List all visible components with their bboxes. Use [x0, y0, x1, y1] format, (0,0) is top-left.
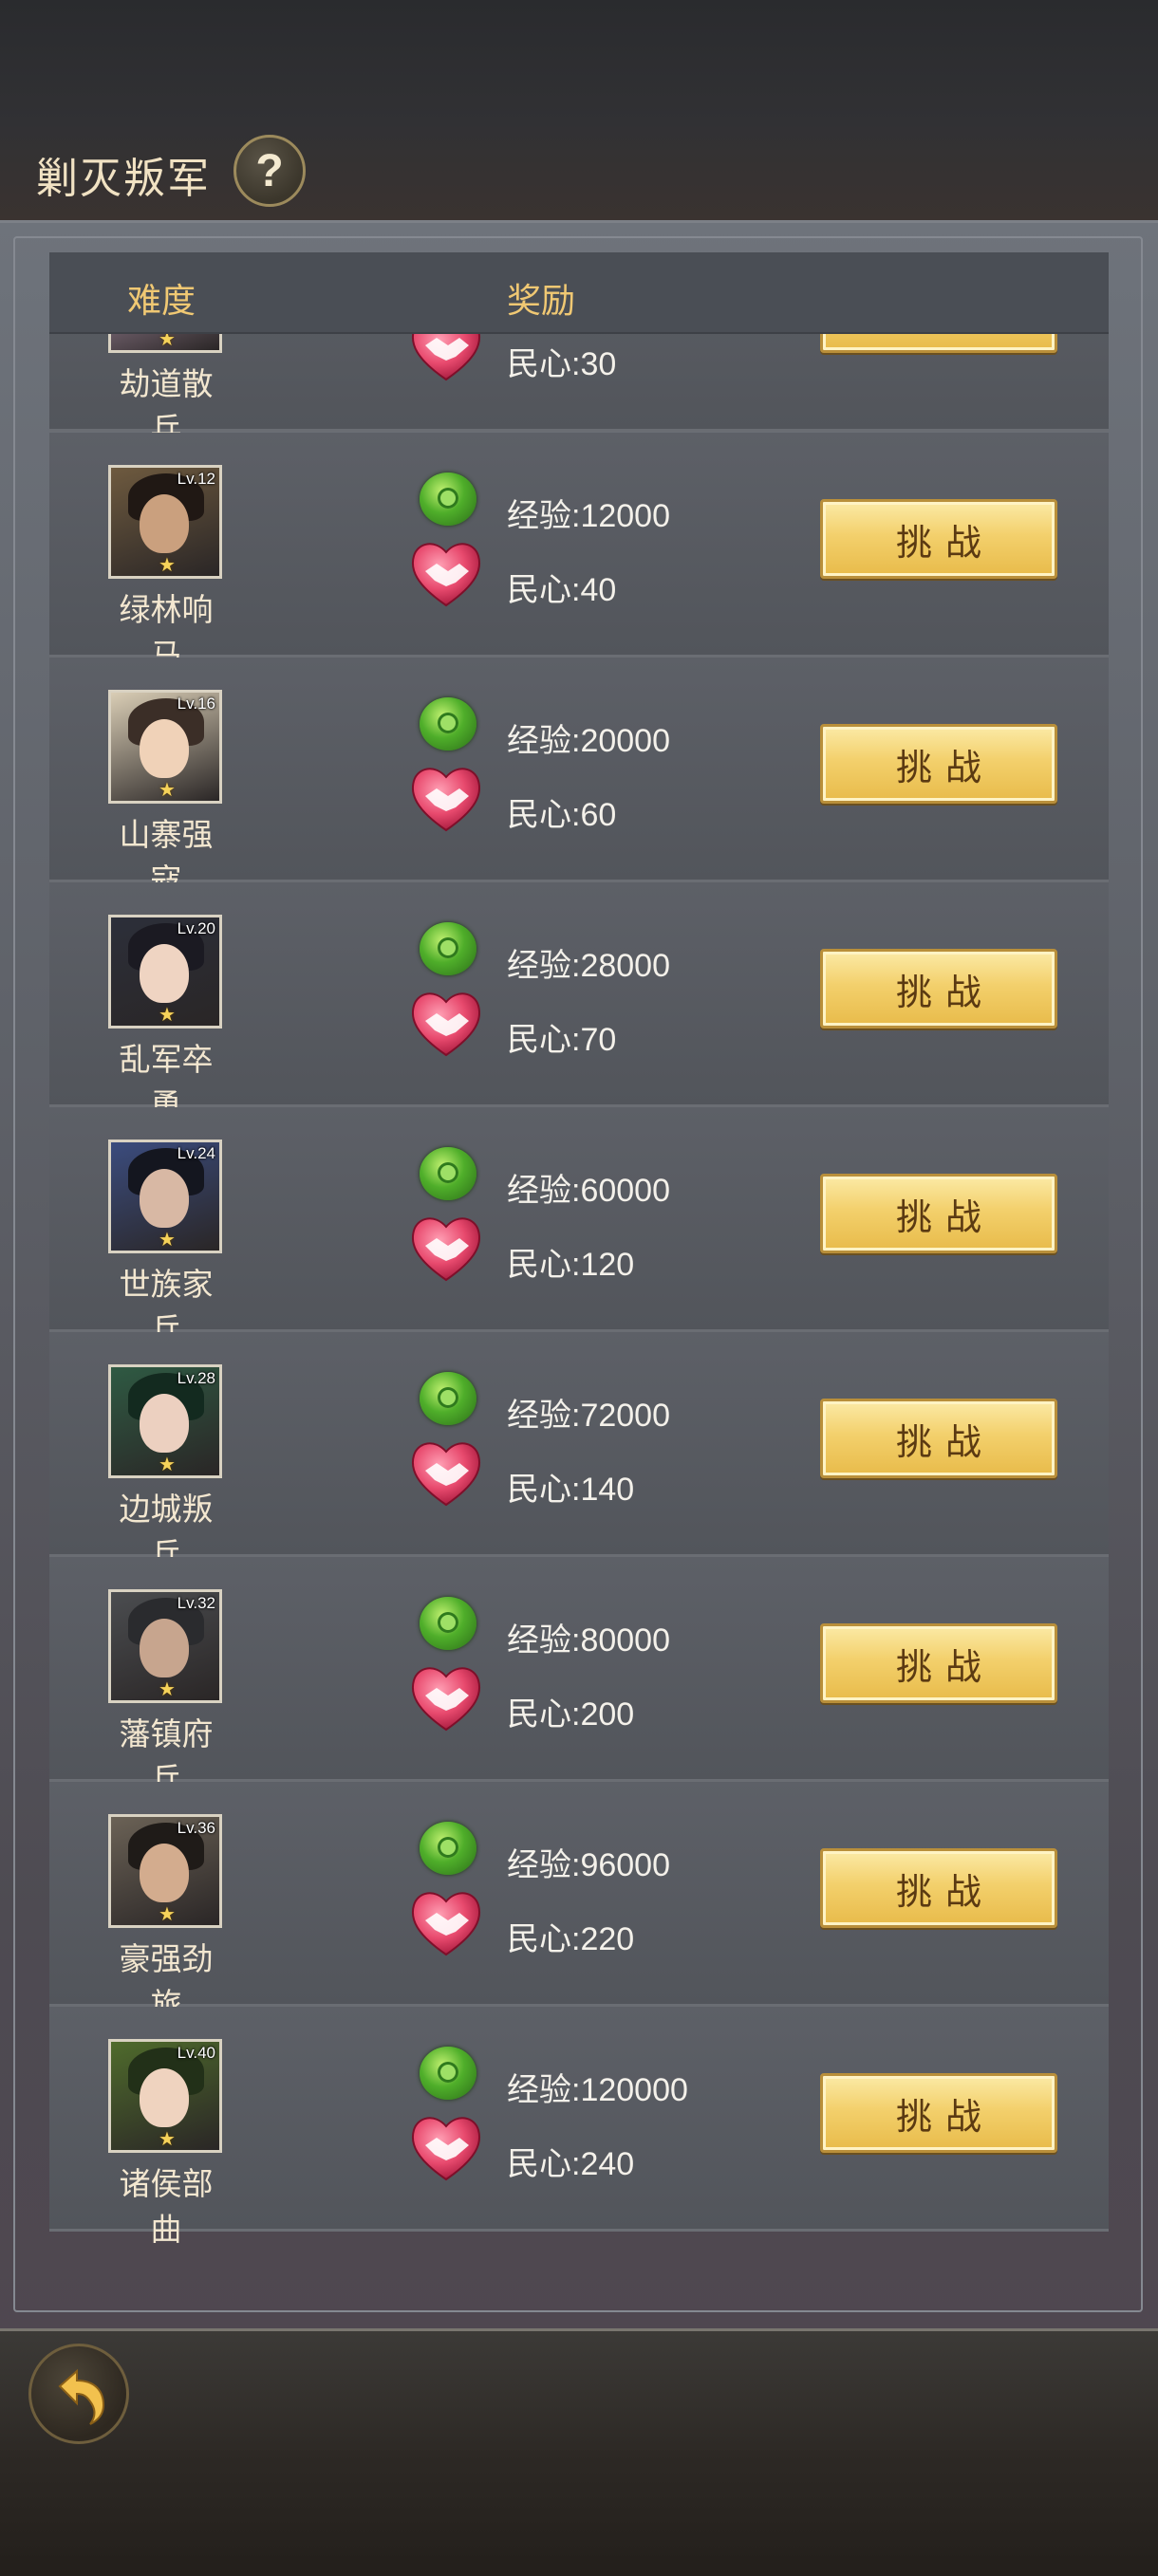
challenge-button[interactable]: 挑战 — [820, 499, 1057, 579]
handshake-heart-icon — [411, 543, 481, 607]
column-header-reward: 奖励 — [507, 281, 576, 320]
popularity-reward: 民心:60 — [507, 797, 617, 833]
level-label: Lv.32 — [177, 1594, 215, 1612]
handshake-heart-icon — [411, 2117, 481, 2181]
portrait-face — [140, 944, 189, 1003]
popularity-reward: 民心:200 — [507, 1696, 635, 1733]
challenge-button[interactable]: 挑战 — [820, 1623, 1057, 1703]
page-title: 剿灭叛军 — [36, 156, 211, 202]
level-label: Lv.24 — [177, 1144, 215, 1162]
table-header: 难度 奖励 — [49, 252, 1109, 334]
green-jade-icon — [420, 1822, 476, 1875]
handshake-heart-icon — [411, 334, 481, 381]
popularity-reward: 民心:220 — [507, 1921, 635, 1957]
back-button[interactable] — [28, 2344, 129, 2444]
challenge-button[interactable]: 挑战 — [820, 1174, 1057, 1253]
portrait-face — [140, 1394, 189, 1453]
star-icon: ★ — [159, 1005, 176, 1026]
star-icon: ★ — [159, 780, 176, 801]
popularity-reward: 民心:240 — [507, 2146, 635, 2182]
portrait-face — [140, 719, 189, 778]
enemy-portrait[interactable]: Lv.12 ★ — [108, 465, 222, 579]
level-label: Lv.20 — [177, 919, 215, 937]
column-header-difficulty: 难度 — [127, 281, 196, 320]
exp-reward: 经验:20000 — [507, 723, 670, 759]
question-icon: ? — [255, 145, 284, 196]
green-jade-icon — [420, 697, 476, 751]
bottom-bar — [0, 2328, 1158, 2576]
level-label: Lv.16 — [177, 695, 215, 713]
level-label: Lv.36 — [177, 1819, 215, 1837]
enemy-portrait[interactable]: Lv.32 ★ — [108, 1589, 222, 1703]
exp-reward: 经验:12000 — [507, 498, 670, 534]
popularity-reward: 民心:40 — [507, 572, 617, 608]
green-jade-icon — [420, 1597, 476, 1650]
popularity-reward: 民心:30 — [507, 346, 617, 382]
portrait-face — [140, 1169, 189, 1228]
enemy-row: Lv.28 ★ 边城叛兵 经验:72000 民心:140 挑战 — [49, 1332, 1109, 1572]
star-icon: ★ — [159, 2129, 176, 2150]
green-jade-icon — [420, 1372, 476, 1425]
challenge-button[interactable]: 挑战 — [820, 949, 1057, 1029]
level-label: Lv.40 — [177, 2044, 215, 2062]
popularity-reward: 民心:70 — [507, 1022, 617, 1058]
popularity-reward: 民心:120 — [507, 1247, 635, 1283]
exp-reward: 经验:96000 — [507, 1847, 670, 1883]
star-icon: ★ — [159, 1455, 176, 1475]
exp-reward: 经验:60000 — [507, 1173, 670, 1209]
enemy-row: Lv.32 ★ 藩镇府兵 经验:80000 民心:200 挑战 — [49, 1557, 1109, 1797]
enemy-row: ★ 劫道散兵 经验:10000 民心:30 挑战 — [49, 334, 1109, 447]
portrait-face — [140, 494, 189, 553]
portrait-face — [140, 2068, 189, 2127]
star-icon: ★ — [159, 334, 176, 350]
green-jade-icon — [420, 1147, 476, 1200]
handshake-heart-icon — [411, 1667, 481, 1732]
enemy-row: Lv.36 ★ 豪强劲旅 经验:96000 民心:220 挑战 — [49, 1782, 1109, 2022]
handshake-heart-icon — [411, 992, 481, 1057]
enemy-row: Lv.16 ★ 山寨强寇 经验:20000 民心:60 挑战 — [49, 658, 1109, 898]
exp-reward: 经验:120000 — [507, 2072, 688, 2108]
star-icon: ★ — [159, 1904, 176, 1925]
level-label: Lv.28 — [177, 1369, 215, 1387]
challenge-button[interactable]: 挑战 — [820, 334, 1057, 353]
back-arrow-icon — [58, 2368, 105, 2425]
enemy-row: Lv.40 ★ 诸侯部曲 经验:120000 民心:240 挑战 — [49, 2007, 1109, 2247]
enemy-portrait[interactable]: Lv.36 ★ — [108, 1814, 222, 1928]
enemy-portrait[interactable]: Lv.20 ★ — [108, 915, 222, 1029]
exp-reward: 经验:72000 — [507, 1398, 670, 1434]
portrait-face — [140, 1619, 189, 1677]
enemy-row: Lv.20 ★ 乱军卒勇 经验:28000 民心:70 挑战 — [49, 882, 1109, 1122]
challenge-button[interactable]: 挑战 — [820, 724, 1057, 804]
enemy-name: 诸侯部曲 — [119, 2166, 214, 2247]
popularity-reward: 民心:140 — [507, 1472, 635, 1508]
enemy-row: Lv.12 ★ 绿林响马 经验:12000 民心:40 挑战 — [49, 433, 1109, 673]
green-jade-icon — [420, 473, 476, 526]
star-icon: ★ — [159, 1230, 176, 1251]
enemy-portrait[interactable]: Lv.16 ★ — [108, 690, 222, 804]
help-button[interactable]: ? — [233, 135, 306, 207]
enemy-portrait[interactable]: Lv.40 ★ — [108, 2039, 222, 2153]
enemy-portrait[interactable]: ★ — [108, 334, 222, 353]
exp-reward: 经验:28000 — [507, 948, 670, 984]
handshake-heart-icon — [411, 768, 481, 832]
challenge-button[interactable]: 挑战 — [820, 1399, 1057, 1478]
enemy-list[interactable]: ★ 劫道散兵 经验:10000 民心:30 挑战 Lv.12 ★ 绿林 — [49, 334, 1109, 2294]
level-label: Lv.12 — [177, 470, 215, 488]
challenge-button[interactable]: 挑战 — [820, 1848, 1057, 1928]
exp-reward: 经验:80000 — [507, 1622, 670, 1659]
challenge-button[interactable]: 挑战 — [820, 2073, 1057, 2153]
star-icon: ★ — [159, 1679, 176, 1700]
top-bar: 剿灭叛军 ? — [0, 0, 1158, 223]
green-jade-icon — [420, 2047, 476, 2100]
enemy-row: Lv.24 ★ 世族家兵 经验:60000 民心:120 挑战 — [49, 1107, 1109, 1347]
enemy-portrait[interactable]: Lv.28 ★ — [108, 1364, 222, 1478]
portrait-face — [140, 1844, 189, 1902]
handshake-heart-icon — [411, 1442, 481, 1507]
green-jade-icon — [420, 922, 476, 975]
handshake-heart-icon — [411, 1217, 481, 1282]
handshake-heart-icon — [411, 1892, 481, 1956]
star-icon: ★ — [159, 555, 176, 576]
enemy-portrait[interactable]: Lv.24 ★ — [108, 1140, 222, 1253]
